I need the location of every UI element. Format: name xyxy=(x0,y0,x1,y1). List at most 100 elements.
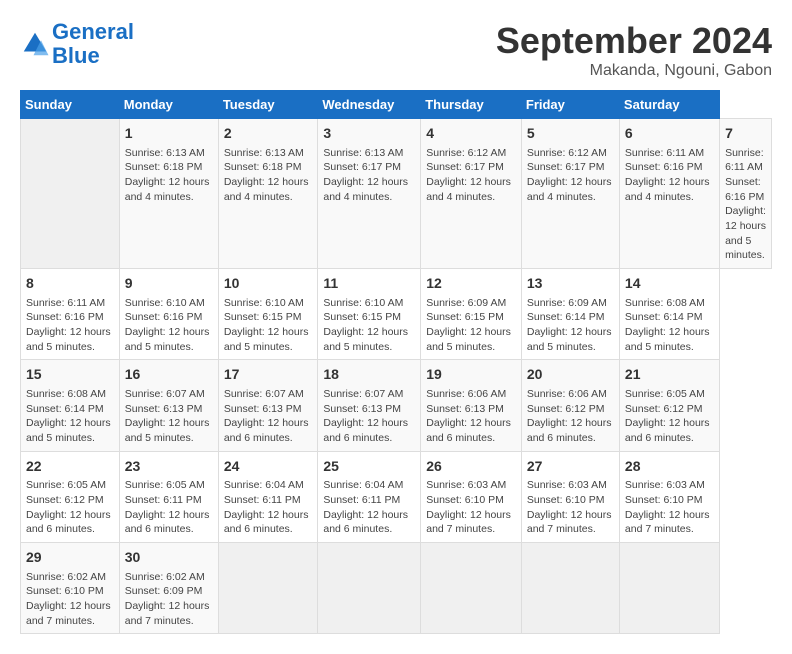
calendar-cell xyxy=(521,543,619,634)
calendar-cell: 21Sunrise: 6:05 AMSunset: 6:12 PMDayligh… xyxy=(619,360,719,451)
calendar-cell: 25Sunrise: 6:04 AMSunset: 6:11 PMDayligh… xyxy=(318,451,421,542)
day-info: Sunrise: 6:05 AMSunset: 6:12 PMDaylight:… xyxy=(625,387,714,446)
day-info: Sunrise: 6:03 AMSunset: 6:10 PMDaylight:… xyxy=(527,478,614,537)
day-number: 3 xyxy=(323,124,415,144)
day-number: 12 xyxy=(426,274,516,294)
day-number: 22 xyxy=(26,457,114,477)
day-number: 14 xyxy=(625,274,714,294)
day-info: Sunrise: 6:13 AMSunset: 6:17 PMDaylight:… xyxy=(323,146,415,205)
calendar-cell: 2Sunrise: 6:13 AMSunset: 6:18 PMDaylight… xyxy=(218,119,318,269)
day-info: Sunrise: 6:06 AMSunset: 6:13 PMDaylight:… xyxy=(426,387,516,446)
col-header-thursday: Thursday xyxy=(421,91,522,119)
calendar-cell: 22Sunrise: 6:05 AMSunset: 6:12 PMDayligh… xyxy=(21,451,120,542)
calendar-cell: 15Sunrise: 6:08 AMSunset: 6:14 PMDayligh… xyxy=(21,360,120,451)
calendar-cell xyxy=(21,119,120,269)
day-number: 7 xyxy=(725,124,766,144)
calendar-cell: 7Sunrise: 6:11 AMSunset: 6:16 PMDaylight… xyxy=(720,119,772,269)
day-number: 21 xyxy=(625,365,714,385)
day-number: 26 xyxy=(426,457,516,477)
col-header-tuesday: Tuesday xyxy=(218,91,318,119)
day-info: Sunrise: 6:03 AMSunset: 6:10 PMDaylight:… xyxy=(625,478,714,537)
calendar-cell: 16Sunrise: 6:07 AMSunset: 6:13 PMDayligh… xyxy=(119,360,218,451)
day-number: 27 xyxy=(527,457,614,477)
day-info: Sunrise: 6:08 AMSunset: 6:14 PMDaylight:… xyxy=(625,296,714,355)
page-header: General Blue September 2024 Makanda, Ngo… xyxy=(20,20,772,80)
day-number: 25 xyxy=(323,457,415,477)
day-info: Sunrise: 6:10 AMSunset: 6:15 PMDaylight:… xyxy=(224,296,313,355)
day-number: 30 xyxy=(125,548,213,568)
calendar-cell: 6Sunrise: 6:11 AMSunset: 6:16 PMDaylight… xyxy=(619,119,719,269)
calendar-cell: 4Sunrise: 6:12 AMSunset: 6:17 PMDaylight… xyxy=(421,119,522,269)
day-number: 29 xyxy=(26,548,114,568)
day-number: 20 xyxy=(527,365,614,385)
calendar-cell: 26Sunrise: 6:03 AMSunset: 6:10 PMDayligh… xyxy=(421,451,522,542)
col-header-monday: Monday xyxy=(119,91,218,119)
day-info: Sunrise: 6:11 AMSunset: 6:16 PMDaylight:… xyxy=(725,146,766,264)
day-info: Sunrise: 6:09 AMSunset: 6:14 PMDaylight:… xyxy=(527,296,614,355)
location-title: Makanda, Ngouni, Gabon xyxy=(496,62,772,80)
day-info: Sunrise: 6:03 AMSunset: 6:10 PMDaylight:… xyxy=(426,478,516,537)
title-block: September 2024 Makanda, Ngouni, Gabon xyxy=(496,20,772,80)
day-number: 1 xyxy=(125,124,213,144)
day-info: Sunrise: 6:09 AMSunset: 6:15 PMDaylight:… xyxy=(426,296,516,355)
calendar-cell: 30Sunrise: 6:02 AMSunset: 6:09 PMDayligh… xyxy=(119,543,218,634)
day-number: 24 xyxy=(224,457,313,477)
calendar-cell: 17Sunrise: 6:07 AMSunset: 6:13 PMDayligh… xyxy=(218,360,318,451)
day-number: 19 xyxy=(426,365,516,385)
day-number: 10 xyxy=(224,274,313,294)
day-info: Sunrise: 6:11 AMSunset: 6:16 PMDaylight:… xyxy=(26,296,114,355)
calendar-cell xyxy=(619,543,719,634)
day-number: 16 xyxy=(125,365,213,385)
col-header-saturday: Saturday xyxy=(619,91,719,119)
calendar-cell: 1Sunrise: 6:13 AMSunset: 6:18 PMDaylight… xyxy=(119,119,218,269)
calendar-cell: 3Sunrise: 6:13 AMSunset: 6:17 PMDaylight… xyxy=(318,119,421,269)
day-info: Sunrise: 6:12 AMSunset: 6:17 PMDaylight:… xyxy=(527,146,614,205)
calendar-cell: 18Sunrise: 6:07 AMSunset: 6:13 PMDayligh… xyxy=(318,360,421,451)
day-info: Sunrise: 6:10 AMSunset: 6:16 PMDaylight:… xyxy=(125,296,213,355)
calendar-cell: 8Sunrise: 6:11 AMSunset: 6:16 PMDaylight… xyxy=(21,269,120,360)
calendar-cell: 28Sunrise: 6:03 AMSunset: 6:10 PMDayligh… xyxy=(619,451,719,542)
day-number: 18 xyxy=(323,365,415,385)
calendar-cell xyxy=(318,543,421,634)
day-number: 11 xyxy=(323,274,415,294)
day-number: 15 xyxy=(26,365,114,385)
calendar-cell: 5Sunrise: 6:12 AMSunset: 6:17 PMDaylight… xyxy=(521,119,619,269)
day-number: 6 xyxy=(625,124,714,144)
calendar-cell: 9Sunrise: 6:10 AMSunset: 6:16 PMDaylight… xyxy=(119,269,218,360)
calendar-cell: 19Sunrise: 6:06 AMSunset: 6:13 PMDayligh… xyxy=(421,360,522,451)
calendar-week-1: 1Sunrise: 6:13 AMSunset: 6:18 PMDaylight… xyxy=(21,119,772,269)
day-info: Sunrise: 6:07 AMSunset: 6:13 PMDaylight:… xyxy=(125,387,213,446)
day-info: Sunrise: 6:04 AMSunset: 6:11 PMDaylight:… xyxy=(224,478,313,537)
day-info: Sunrise: 6:07 AMSunset: 6:13 PMDaylight:… xyxy=(323,387,415,446)
day-info: Sunrise: 6:04 AMSunset: 6:11 PMDaylight:… xyxy=(323,478,415,537)
calendar-week-2: 8Sunrise: 6:11 AMSunset: 6:16 PMDaylight… xyxy=(21,269,772,360)
day-info: Sunrise: 6:11 AMSunset: 6:16 PMDaylight:… xyxy=(625,146,714,205)
col-header-friday: Friday xyxy=(521,91,619,119)
col-header-sunday: Sunday xyxy=(21,91,120,119)
calendar-week-5: 29Sunrise: 6:02 AMSunset: 6:10 PMDayligh… xyxy=(21,543,772,634)
day-number: 2 xyxy=(224,124,313,144)
calendar-cell: 14Sunrise: 6:08 AMSunset: 6:14 PMDayligh… xyxy=(619,269,719,360)
calendar-cell: 27Sunrise: 6:03 AMSunset: 6:10 PMDayligh… xyxy=(521,451,619,542)
day-info: Sunrise: 6:12 AMSunset: 6:17 PMDaylight:… xyxy=(426,146,516,205)
day-number: 17 xyxy=(224,365,313,385)
day-info: Sunrise: 6:06 AMSunset: 6:12 PMDaylight:… xyxy=(527,387,614,446)
calendar-cell: 13Sunrise: 6:09 AMSunset: 6:14 PMDayligh… xyxy=(521,269,619,360)
calendar-cell: 29Sunrise: 6:02 AMSunset: 6:10 PMDayligh… xyxy=(21,543,120,634)
day-number: 5 xyxy=(527,124,614,144)
day-info: Sunrise: 6:05 AMSunset: 6:11 PMDaylight:… xyxy=(125,478,213,537)
calendar-cell xyxy=(218,543,318,634)
calendar-cell: 23Sunrise: 6:05 AMSunset: 6:11 PMDayligh… xyxy=(119,451,218,542)
day-info: Sunrise: 6:05 AMSunset: 6:12 PMDaylight:… xyxy=(26,478,114,537)
col-header-wednesday: Wednesday xyxy=(318,91,421,119)
day-info: Sunrise: 6:02 AMSunset: 6:09 PMDaylight:… xyxy=(125,570,213,629)
day-info: Sunrise: 6:02 AMSunset: 6:10 PMDaylight:… xyxy=(26,570,114,629)
calendar-table: SundayMondayTuesdayWednesdayThursdayFrid… xyxy=(20,90,772,634)
calendar-cell: 24Sunrise: 6:04 AMSunset: 6:11 PMDayligh… xyxy=(218,451,318,542)
day-number: 9 xyxy=(125,274,213,294)
day-number: 23 xyxy=(125,457,213,477)
logo-icon xyxy=(20,29,50,59)
logo-text: General Blue xyxy=(52,20,134,68)
month-title: September 2024 xyxy=(496,20,772,62)
day-number: 28 xyxy=(625,457,714,477)
